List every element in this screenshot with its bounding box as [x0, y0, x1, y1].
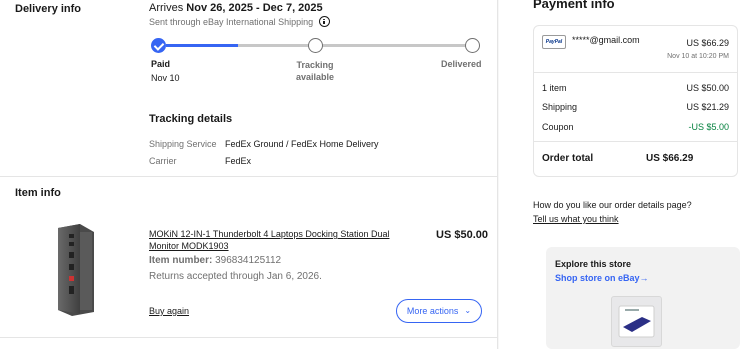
shipping-cost: US $21.29	[686, 102, 729, 112]
items-count-label: 1 item	[542, 83, 567, 93]
tracking-details-heading: Tracking details	[149, 113, 233, 125]
section-divider	[0, 176, 498, 177]
carrier-value: FedEx	[225, 156, 252, 166]
shop-store-link[interactable]: Shop store on eBay→	[555, 273, 649, 283]
arrival-date-range: Nov 26, 2025 - Dec 7, 2025	[186, 2, 323, 14]
coupon-discount: -US $5.00	[688, 122, 729, 132]
payment-date: Nov 10 at 10:20 PM	[667, 53, 729, 60]
item-number-value: 396834125112	[215, 255, 282, 266]
payment-divider	[534, 72, 737, 73]
payment-info-heading: Payment info	[533, 0, 615, 11]
step-tracking-label: Tracking available	[295, 60, 335, 82]
item-number: Item number: 396834125112	[149, 255, 281, 266]
total-divider	[534, 141, 737, 142]
items-subtotal: US $50.00	[686, 83, 729, 93]
step-delivered-label: Delivered	[441, 59, 482, 69]
arrival-estimate: Arrives Nov 26, 2025 - Dec 7, 2025	[149, 2, 323, 14]
coupon-label: Coupon	[542, 122, 574, 132]
delivered-step-circle-icon	[465, 38, 480, 53]
item-info-heading: Item info	[15, 187, 61, 199]
more-actions-label: More actions	[406, 306, 459, 316]
delivery-info-heading: Delivery info	[15, 3, 82, 15]
carrier-label: Carrier	[149, 156, 177, 166]
shipping-service-label: Shipping Service	[149, 139, 217, 149]
shipping-program: Sent through eBay International Shipping	[149, 16, 331, 27]
chevron-down-icon: ⌄	[464, 306, 472, 315]
shipping-service-value: FedEx Ground / FedEx Home Delivery	[225, 139, 379, 149]
payment-panel: Payment info PayPal *****@gmail.com US $…	[499, 0, 740, 349]
order-total-label: Order total	[542, 153, 594, 164]
order-details-panel: Delivery info Arrives Nov 26, 2025 - Dec…	[0, 0, 498, 349]
more-actions-button[interactable]: More actions ⌄	[396, 299, 482, 323]
shipping-label: Shipping	[542, 102, 578, 112]
payment-amount: US $66.29	[686, 38, 729, 48]
payment-email: *****@gmail.com	[572, 35, 640, 45]
buy-again-link[interactable]: Buy again	[149, 306, 189, 316]
feedback-link[interactable]: Tell us what you think	[533, 214, 619, 224]
feedback-question: How do you like our order details page?	[533, 200, 692, 210]
shipping-program-text: Sent through eBay International Shipping	[149, 16, 314, 27]
progress-bar-complete	[166, 44, 238, 47]
item-number-label: Item number:	[149, 255, 213, 266]
step-paid-label: Paid	[151, 59, 171, 69]
returns-policy: Returns accepted through Jan 6, 2026.	[149, 271, 322, 282]
info-icon[interactable]	[319, 16, 331, 27]
progress-bar-remaining	[238, 44, 468, 47]
store-promo-card: Explore this store Shop store on eBay→	[546, 247, 740, 349]
product-image[interactable]	[50, 222, 98, 318]
paid-step-check-icon	[151, 38, 166, 53]
item-price: US $50.00	[436, 229, 488, 241]
payment-summary-card: PayPal *****@gmail.com US $66.29 Nov 10 …	[533, 25, 738, 177]
section-divider-bottom	[0, 337, 498, 338]
tracking-step-circle-icon	[308, 38, 323, 53]
order-total-value: US $66.29	[646, 153, 694, 164]
paypal-logo-icon: PayPal	[542, 35, 566, 49]
store-product-thumbnail[interactable]	[611, 296, 662, 347]
item-title-link[interactable]: MOKiN 12-IN-1 Thunderbolt 4 Laptops Dock…	[149, 228, 419, 252]
step-paid-date: Nov 10	[151, 73, 180, 83]
store-promo-title: Explore this store	[555, 259, 632, 269]
